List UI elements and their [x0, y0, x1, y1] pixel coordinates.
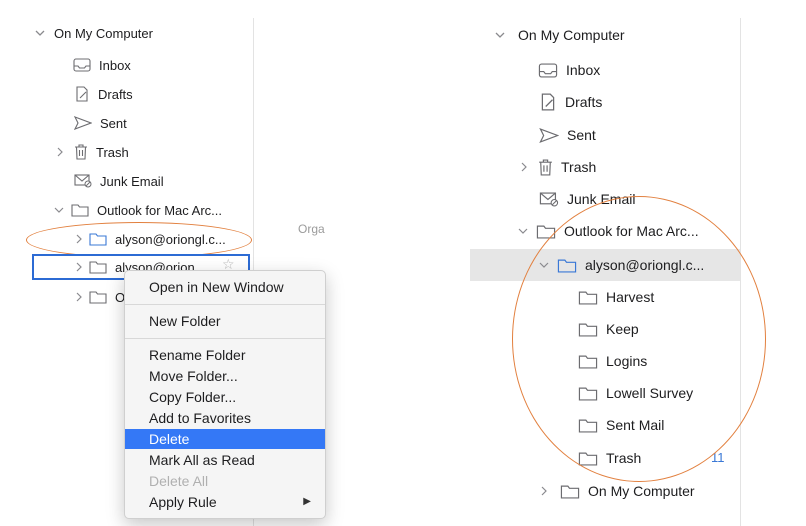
chevron-right-icon[interactable] — [73, 228, 87, 250]
sidebar-item-inbox[interactable]: Inbox — [538, 59, 600, 81]
inbox-icon — [73, 58, 91, 72]
junk-email-icon — [539, 191, 559, 207]
sidebar-item-label: Sent — [567, 127, 596, 143]
on-my-computer-group[interactable]: On My Computer — [34, 22, 153, 44]
trash-icon — [538, 158, 553, 176]
chevron-down-icon[interactable] — [517, 220, 531, 242]
sent-icon — [74, 116, 92, 130]
sidebar-item-sent[interactable]: Sent — [539, 124, 596, 146]
sidebar-item-on-my-computer[interactable]: On My Computer — [538, 480, 695, 502]
folder-icon — [560, 484, 580, 499]
organize-partial-label: Orga — [298, 222, 325, 236]
sidebar-item-account-1[interactable]: alyson@oriongl.c... — [73, 228, 226, 250]
sidebar-item-label: Sent — [100, 115, 127, 131]
sent-icon — [539, 127, 559, 143]
sidebar-item-drafts[interactable]: Drafts — [74, 83, 133, 105]
sidebar-item-label: Drafts — [98, 86, 133, 102]
chevron-right-icon[interactable] — [73, 286, 87, 308]
sidebar-item-label: alyson@oriongl.c... — [115, 231, 226, 247]
account-folder-icon — [89, 232, 107, 246]
chevron-down-icon[interactable] — [34, 22, 48, 44]
chevron-right-icon[interactable] — [54, 141, 68, 163]
sidebar-item-trash[interactable]: Trash — [518, 156, 596, 178]
sidebar-item-sent[interactable]: Sent — [74, 112, 127, 134]
drafts-icon — [539, 93, 557, 111]
sidebar-item-inbox[interactable]: Inbox — [73, 54, 131, 76]
sidebar-item-outlook-archive[interactable]: Outlook for Mac Arc... — [53, 199, 222, 221]
chevron-right-icon[interactable] — [73, 256, 87, 278]
right-screenshot: On My Computer Inbox Drafts Sent Trash J… — [470, 0, 806, 526]
trash-icon — [74, 144, 88, 160]
chevron-down-icon[interactable] — [494, 24, 508, 46]
group-label: On My Computer — [518, 27, 625, 43]
folder-icon — [71, 203, 89, 217]
chevron-right-icon[interactable] — [538, 480, 552, 502]
menu-item-add-to-favorites[interactable]: Add to Favorites — [125, 408, 325, 428]
menu-item-new-folder[interactable]: New Folder — [125, 311, 325, 331]
sidebar-item-account-3[interactable]: O — [73, 286, 125, 308]
folder-icon — [89, 260, 107, 274]
menu-item-label: Apply Rule — [149, 494, 217, 510]
sidebar-item-trash[interactable]: Trash — [54, 141, 129, 163]
group-label: On My Computer — [54, 25, 153, 41]
menu-item-apply-rule[interactable]: Apply Rule ▶ — [125, 492, 325, 512]
menu-separator — [125, 304, 325, 305]
sidebar-item-label: Inbox — [99, 57, 131, 73]
inbox-icon — [538, 62, 558, 78]
sidebar-item-label: On My Computer — [588, 483, 695, 499]
sidebar-item-label: Outlook for Mac Arc... — [97, 202, 222, 218]
menu-item-mark-all-as-read[interactable]: Mark All as Read — [125, 450, 325, 470]
context-menu: Open in New Window New Folder Rename Fol… — [124, 270, 326, 519]
sidebar-item-label: Junk Email — [100, 173, 164, 189]
sidebar-item-label: Trash — [96, 144, 129, 160]
menu-item-delete-all: Delete All — [149, 473, 209, 489]
menu-item-delete[interactable]: Delete — [125, 429, 325, 449]
sidebar-item-label: Drafts — [565, 94, 603, 110]
sidebar-item-drafts[interactable]: Drafts — [539, 91, 602, 113]
chevron-down-icon[interactable] — [53, 199, 67, 221]
annotation-oval-subfolders — [512, 196, 766, 482]
drafts-icon — [74, 86, 90, 102]
sidebar-item-label: Inbox — [566, 62, 601, 78]
sidebar-item-label: Trash — [561, 159, 597, 175]
on-my-computer-group[interactable]: On My Computer — [494, 24, 625, 46]
menu-item-move-folder[interactable]: Move Folder... — [125, 366, 325, 386]
junk-email-icon — [74, 174, 92, 188]
menu-item-rename-folder[interactable]: Rename Folder — [125, 345, 325, 365]
submenu-arrow-icon: ▶ — [303, 496, 311, 507]
menu-item-copy-folder[interactable]: Copy Folder... — [125, 387, 325, 407]
folder-icon — [89, 290, 107, 304]
chevron-right-icon[interactable] — [518, 156, 532, 178]
sidebar-item-junk-email[interactable]: Junk Email — [74, 170, 164, 192]
menu-separator — [125, 338, 325, 339]
menu-item-open-in-new-window[interactable]: Open in New Window — [125, 277, 325, 297]
